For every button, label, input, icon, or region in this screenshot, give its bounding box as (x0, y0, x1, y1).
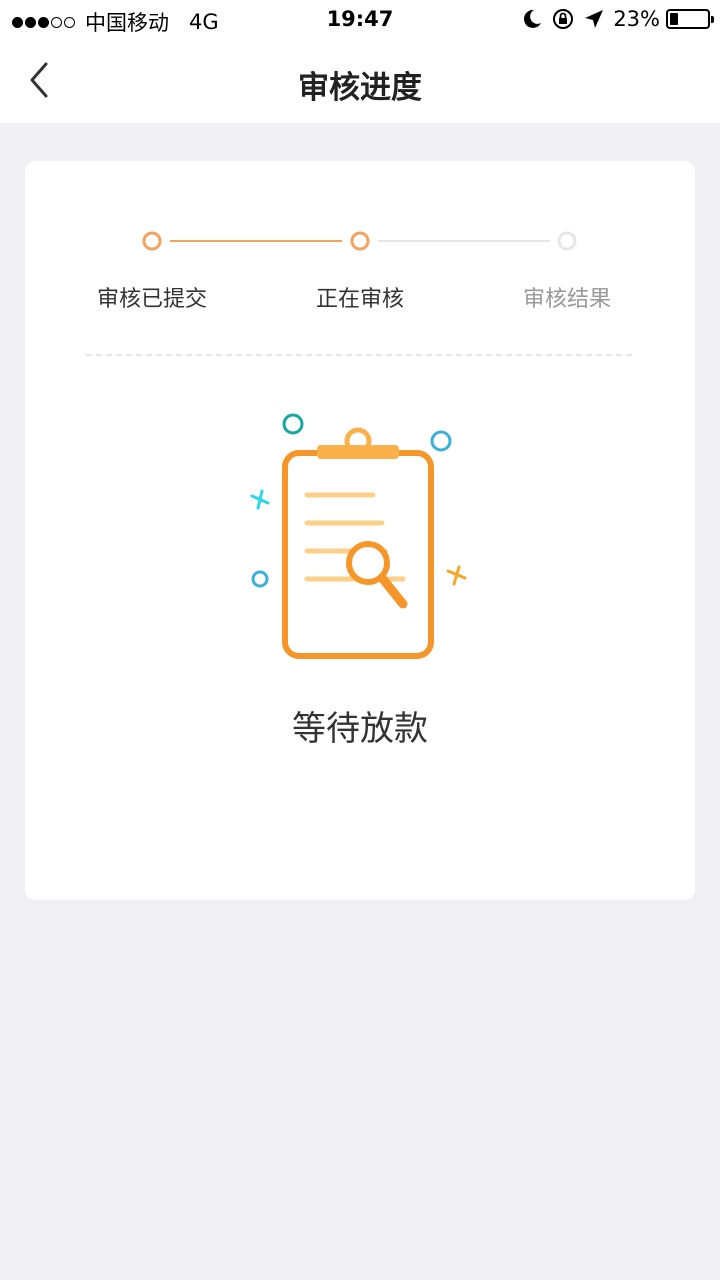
step-dot-result (557, 231, 577, 251)
step-label-result: 审核结果 (522, 287, 612, 312)
decor-circle-blue-right (430, 430, 452, 452)
battery-icon (666, 9, 714, 29)
battery-percent: 23% (613, 7, 660, 31)
status-bar: 中国移动 4G 19:47 23% (0, 0, 720, 40)
navigation-bar: 审核进度 (0, 40, 720, 123)
step-dot-submitted (142, 231, 162, 251)
progress-steps: 审核已提交 正在审核 审核结果 (25, 161, 695, 361)
page-title: 审核进度 (298, 70, 422, 106)
step-dot-reviewing (350, 231, 370, 251)
review-status: 等待放款 (292, 709, 428, 749)
rotation-lock-icon (553, 9, 574, 29)
decor-circle-blue-left (251, 570, 269, 588)
dashed-divider (86, 354, 632, 356)
progress-card: 审核已提交 正在审核 审核结果 等待放款 (25, 161, 695, 900)
location-arrow-icon (585, 10, 604, 28)
decor-circle-teal (282, 413, 304, 435)
clipboard-clip (317, 445, 399, 459)
clipboard-search-icon (245, 411, 475, 675)
step-label-reviewing: 正在审核 (315, 287, 405, 312)
moon-icon (524, 9, 542, 28)
status-right: 23% (521, 7, 714, 31)
progress-track (142, 231, 577, 251)
decor-cross-cyan (250, 489, 270, 510)
step-label-submitted: 审核已提交 (96, 287, 208, 312)
decor-cross-orange (446, 565, 467, 586)
